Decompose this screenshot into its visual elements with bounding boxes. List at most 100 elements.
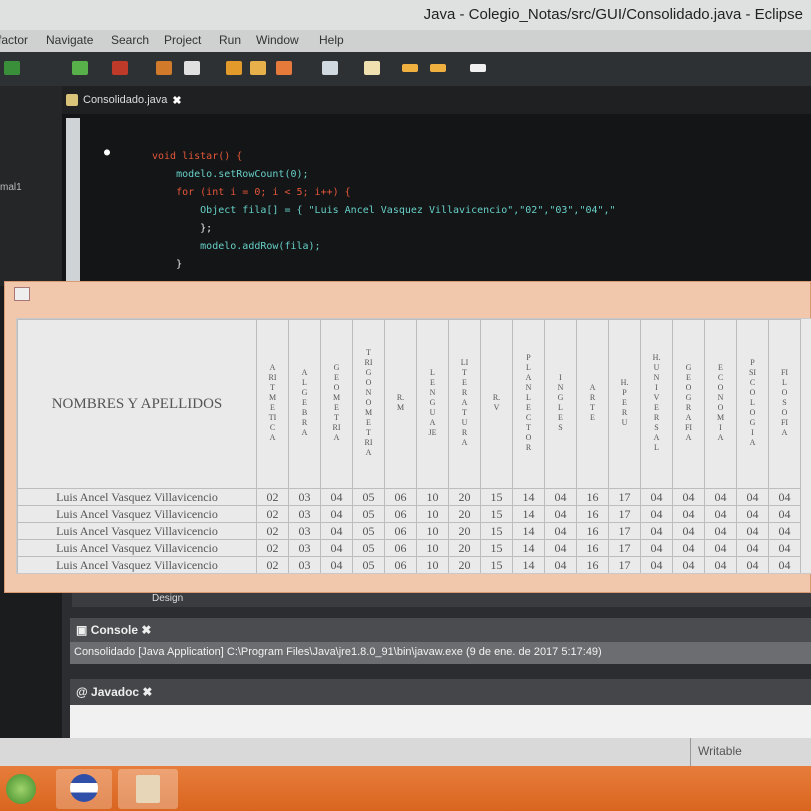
grade-cell[interactable]: 04 — [544, 522, 577, 540]
grade-cell[interactable]: 16 — [576, 539, 609, 557]
grade-cell[interactable]: 05 — [352, 522, 385, 540]
column-header-subject[interactable]: GEOMETRIA — [320, 319, 353, 489]
column-header-subject[interactable]: ECONOMIA — [704, 319, 737, 489]
external-tools-icon[interactable] — [112, 61, 128, 75]
menu-search[interactable]: Search — [111, 33, 149, 47]
grade-cell[interactable]: 04 — [544, 539, 577, 557]
new-package-icon[interactable] — [184, 61, 200, 75]
grade-cell[interactable]: 04 — [320, 505, 353, 523]
column-header-subject[interactable]: PLAN LECTOR — [512, 319, 545, 489]
forward-arrow-icon[interactable] — [470, 64, 486, 72]
student-name-cell[interactable]: Luis Ancel Vasquez Villavicencio — [17, 505, 257, 523]
grades-table-scrollpane[interactable]: NOMBRES Y APELLIDOS ARITMETICA ALGEBRA GEO… — [16, 318, 811, 574]
grade-cell[interactable]: 10 — [416, 556, 449, 573]
grade-cell[interactable]: 16 — [576, 522, 609, 540]
design-tab[interactable]: Design — [152, 593, 183, 605]
menu-project[interactable]: Project — [164, 33, 201, 47]
grade-cell[interactable]: 02 — [256, 488, 289, 506]
grade-cell[interactable]: 20 — [448, 505, 481, 523]
menu-run[interactable]: Run — [219, 33, 241, 47]
javadoc-tab[interactable]: @ Javadoc ✖ — [76, 685, 152, 699]
grades-table[interactable]: NOMBRES Y APELLIDOS ARITMETICA ALGEBRA GEO… — [17, 319, 801, 573]
grade-cell[interactable]: 04 — [320, 539, 353, 557]
grade-cell[interactable]: 15 — [480, 522, 513, 540]
grade-cell[interactable]: 14 — [512, 505, 545, 523]
grade-cell[interactable]: 04 — [672, 488, 705, 506]
grade-cell[interactable]: 03 — [288, 522, 321, 540]
grade-cell[interactable]: 06 — [384, 556, 417, 573]
open-type-icon[interactable] — [226, 61, 242, 75]
grade-cell[interactable]: 04 — [768, 505, 801, 523]
grade-cell[interactable]: 04 — [768, 522, 801, 540]
grade-cell[interactable]: 10 — [416, 505, 449, 523]
close-icon[interactable]: ✖ — [142, 685, 152, 699]
table-row[interactable]: Luis Ancel Vasquez Villavicencio 02 03 04 05… — [17, 488, 801, 506]
grade-cell[interactable]: 04 — [736, 522, 769, 540]
column-header-subject[interactable]: ARITMETICA — [256, 319, 289, 489]
grade-cell[interactable]: 16 — [576, 505, 609, 523]
grade-cell[interactable]: 17 — [608, 556, 641, 573]
back-arrow-icon[interactable] — [402, 64, 418, 72]
grade-cell[interactable]: 04 — [320, 488, 353, 506]
grade-cell[interactable]: 04 — [640, 505, 673, 523]
grade-cell[interactable]: 05 — [352, 539, 385, 557]
grade-cell[interactable]: 20 — [448, 488, 481, 506]
grade-cell[interactable]: 04 — [672, 556, 705, 573]
grade-cell[interactable]: 02 — [256, 522, 289, 540]
grade-cell[interactable]: 14 — [512, 522, 545, 540]
grade-cell[interactable]: 06 — [384, 505, 417, 523]
grade-cell[interactable]: 17 — [608, 539, 641, 557]
grade-cell[interactable]: 10 — [416, 488, 449, 506]
grade-cell[interactable]: 02 — [256, 556, 289, 573]
column-header-subject[interactable]: PSICOLOGIA — [736, 319, 769, 489]
grade-cell[interactable]: 15 — [480, 505, 513, 523]
grade-cell[interactable]: 04 — [544, 505, 577, 523]
grade-cell[interactable]: 04 — [672, 539, 705, 557]
menu-help[interactable]: Help — [319, 33, 344, 47]
column-header-subject[interactable]: LITERATURA — [448, 319, 481, 489]
grade-cell[interactable]: 04 — [736, 556, 769, 573]
open-task-icon[interactable] — [250, 61, 266, 75]
grade-cell[interactable]: 04 — [736, 505, 769, 523]
toggle-mark-icon[interactable] — [322, 61, 338, 75]
close-icon[interactable]: ✖ — [172, 94, 181, 107]
grade-cell[interactable]: 16 — [576, 488, 609, 506]
grade-cell[interactable]: 06 — [384, 522, 417, 540]
student-name-cell[interactable]: Luis Ancel Vasquez Villavicencio — [17, 522, 257, 540]
grade-cell[interactable]: 04 — [672, 522, 705, 540]
back-arrow-2-icon[interactable] — [430, 64, 446, 72]
column-header-subject[interactable]: FILOSOFIA — [768, 319, 801, 489]
grade-cell[interactable]: 06 — [384, 488, 417, 506]
student-name-cell[interactable]: Luis Ancel Vasquez Villavicencio — [17, 488, 257, 506]
table-row[interactable]: Luis Ancel Vasquez Villavicencio 02 03 04 05… — [17, 539, 801, 557]
grade-cell[interactable]: 03 — [288, 556, 321, 573]
grade-cell[interactable]: 02 — [256, 539, 289, 557]
grade-cell[interactable]: 15 — [480, 539, 513, 557]
new-class-icon[interactable] — [156, 61, 172, 75]
menu-window[interactable]: Window — [256, 33, 299, 47]
grade-cell[interactable]: 03 — [288, 505, 321, 523]
grade-cell[interactable]: 04 — [704, 488, 737, 506]
grade-cell[interactable]: 17 — [608, 505, 641, 523]
grade-cell[interactable]: 17 — [608, 488, 641, 506]
table-row[interactable]: Luis Ancel Vasquez Villavicencio 02 03 04 05… — [17, 522, 801, 540]
column-header-subject[interactable]: TRIGONOMETRIA — [352, 319, 385, 489]
grade-cell[interactable]: 04 — [640, 522, 673, 540]
grade-cell[interactable]: 04 — [544, 488, 577, 506]
grade-cell[interactable]: 04 — [640, 556, 673, 573]
grade-cell[interactable]: 05 — [352, 488, 385, 506]
start-button-icon[interactable] — [6, 774, 36, 804]
grade-cell[interactable]: 04 — [768, 488, 801, 506]
menu-refactor[interactable]: factor — [0, 33, 28, 47]
grade-cell[interactable]: 04 — [704, 505, 737, 523]
debug-icon[interactable] — [4, 61, 20, 75]
grade-cell[interactable]: 14 — [512, 488, 545, 506]
column-header-subject[interactable]: INGLES — [544, 319, 577, 489]
grade-cell[interactable]: 14 — [512, 539, 545, 557]
grade-cell[interactable]: 15 — [480, 488, 513, 506]
grade-cell[interactable]: 04 — [320, 556, 353, 573]
grade-cell[interactable]: 02 — [256, 505, 289, 523]
column-header-subject[interactable]: LENGUAJE — [416, 319, 449, 489]
table-row[interactable]: Luis Ancel Vasquez Villavicencio 02 03 04 05… — [17, 505, 801, 523]
grade-cell[interactable]: 17 — [608, 522, 641, 540]
